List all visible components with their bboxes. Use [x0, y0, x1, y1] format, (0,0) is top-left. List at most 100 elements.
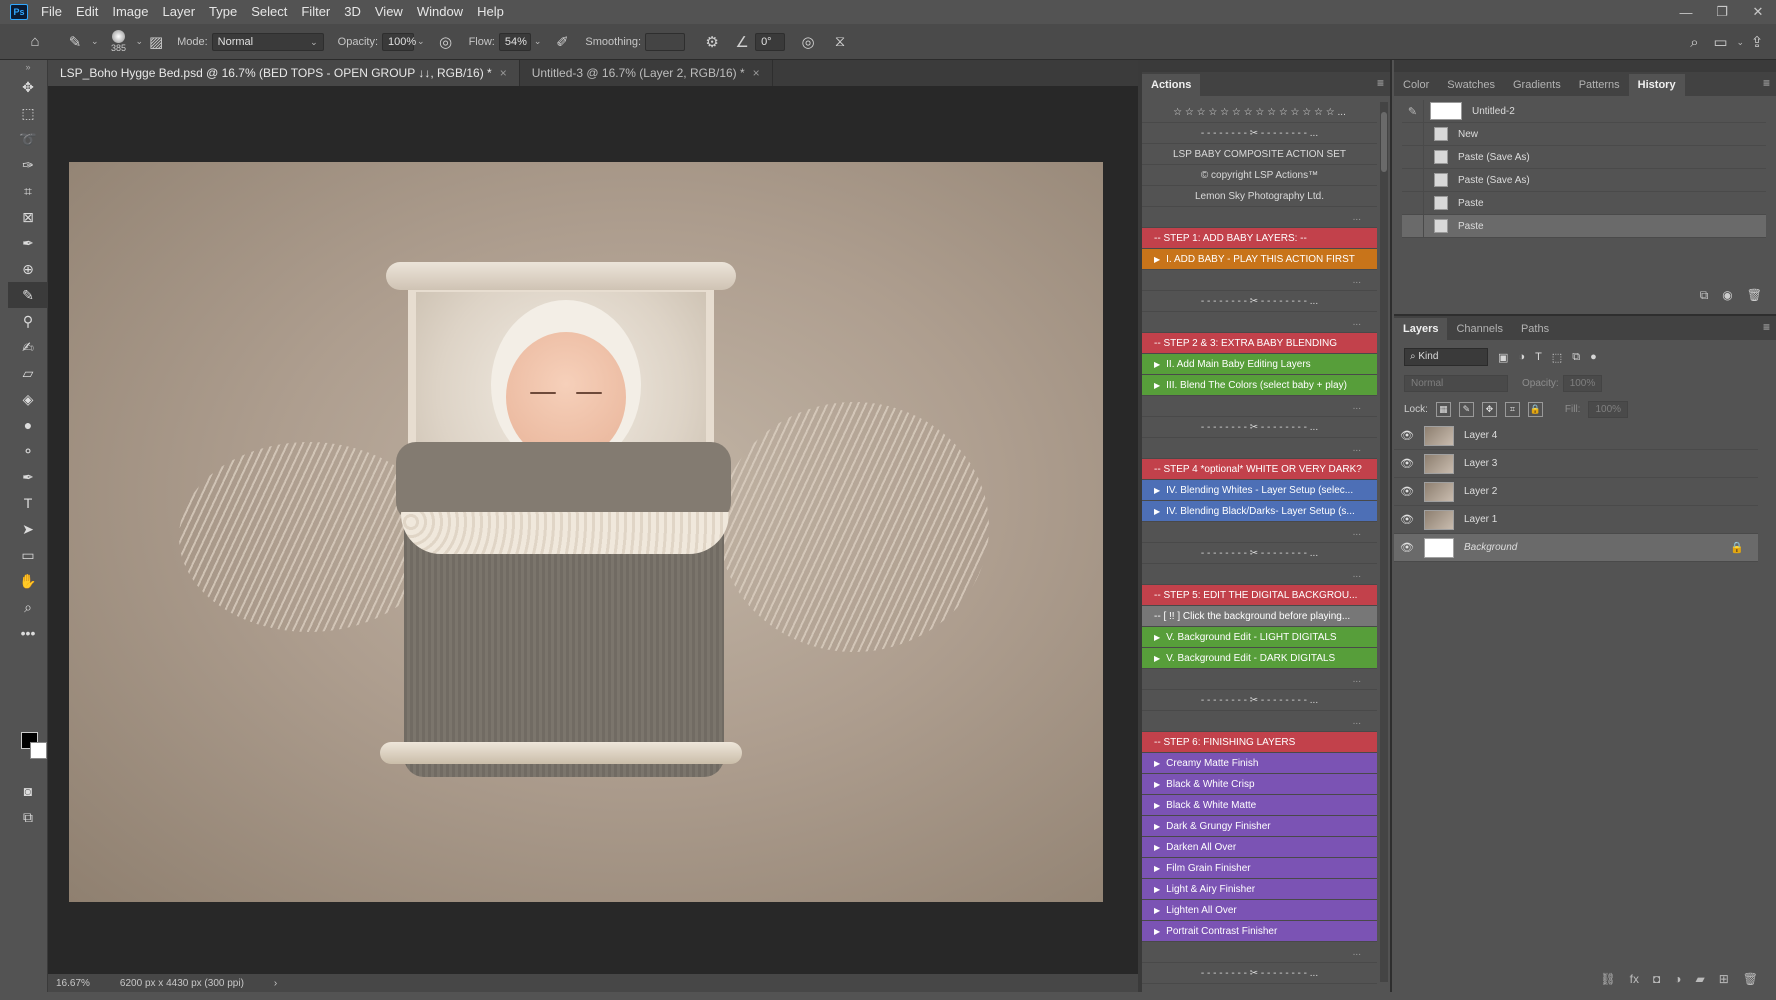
expand-triangle-icon[interactable]: ▶: [1154, 801, 1160, 810]
action-item[interactable]: -- [ !! ] Click the background before pl…: [1142, 606, 1377, 627]
layer-row[interactable]: 👁 Background 🔒: [1394, 534, 1758, 562]
action-item[interactable]: ▶ Dark & Grungy Finisher: [1142, 816, 1377, 837]
brush-settings-icon[interactable]: ▨: [143, 29, 169, 55]
action-item[interactable]: ▶ Creamy Matte Finish: [1142, 753, 1377, 774]
layer-thumbnail[interactable]: [1424, 453, 1454, 474]
search-icon[interactable]: ⌕: [1681, 29, 1707, 55]
frame-tool-icon[interactable]: ⊠: [8, 204, 48, 230]
expand-triangle-icon[interactable]: ▶: [1154, 654, 1160, 663]
flow-input[interactable]: 54%: [498, 32, 531, 51]
filter-adjustment-icon[interactable]: ◑: [1518, 351, 1525, 363]
path-selection-tool-icon[interactable]: ➤: [8, 516, 48, 542]
move-tool-icon[interactable]: ✥: [8, 74, 48, 100]
expand-triangle-icon[interactable]: ▶: [1154, 906, 1160, 915]
close-icon[interactable]: ✕: [1740, 0, 1776, 24]
pressure-opacity-icon[interactable]: ◎: [433, 29, 459, 55]
workspace-caret-icon[interactable]: ⌄: [1736, 37, 1744, 48]
lasso-tool-icon[interactable]: ➰: [8, 126, 48, 152]
menu-filter[interactable]: Filter: [294, 0, 337, 24]
brush-preset-picker[interactable]: 385: [105, 27, 133, 57]
history-brush-source-slot[interactable]: [1402, 192, 1424, 214]
menu-layer[interactable]: Layer: [156, 0, 203, 24]
tab-history[interactable]: History: [1628, 74, 1685, 96]
action-item[interactable]: -- STEP 5: EDIT THE DIGITAL BACKGROU...: [1142, 585, 1377, 606]
tab-document-1[interactable]: LSP_Boho Hygge Bed.psd @ 16.7% (BED TOPS…: [48, 60, 520, 86]
action-item[interactable]: ...: [1142, 669, 1377, 690]
paint-bucket-tool-icon[interactable]: ◈: [8, 386, 48, 412]
filter-type-icon[interactable]: T: [1535, 351, 1542, 363]
flow-caret-icon[interactable]: ⌄: [534, 36, 542, 47]
lock-image-pixels-icon[interactable]: ✎: [1458, 401, 1474, 417]
history-snapshot[interactable]: ✎ Untitled-2: [1402, 100, 1766, 123]
history-brush-source-icon[interactable]: ✎: [1402, 100, 1424, 122]
blend-mode-select[interactable]: Normal: [1404, 374, 1508, 392]
layer-name[interactable]: Background: [1464, 542, 1730, 553]
action-item[interactable]: - - - - - - - - ✂ - - - - - - - - ...: [1142, 963, 1377, 984]
action-item[interactable]: -- STEP 1: ADD BABY LAYERS: --: [1142, 228, 1377, 249]
visibility-eye-icon[interactable]: 👁: [1394, 541, 1420, 554]
layer-thumbnail[interactable]: [1424, 481, 1454, 502]
tab-gradients[interactable]: Gradients: [1504, 74, 1570, 96]
panel-collapse-strip[interactable]: [1142, 60, 1390, 72]
tab-document-2[interactable]: Untitled-3 @ 16.7% (Layer 2, RGB/16) * ×: [520, 60, 773, 86]
layer-name[interactable]: Layer 2: [1464, 486, 1758, 497]
expand-triangle-icon[interactable]: ▶: [1154, 927, 1160, 936]
action-item[interactable]: ...: [1142, 270, 1377, 291]
close-tab-icon[interactable]: ×: [753, 66, 760, 80]
filter-shape-icon[interactable]: ⬚: [1552, 351, 1562, 364]
share-icon[interactable]: ⇪: [1744, 29, 1770, 55]
action-item[interactable]: ...: [1142, 438, 1377, 459]
filter-toggle-icon[interactable]: ●: [1590, 351, 1597, 363]
action-item[interactable]: -- STEP 4 *optional* WHITE OR VERY DARK?: [1142, 459, 1377, 480]
history-state[interactable]: Paste (Save As): [1402, 169, 1766, 192]
hand-tool-icon[interactable]: ✋: [8, 568, 48, 594]
action-item[interactable]: -- STEP 2 & 3: EXTRA BABY BLENDING: [1142, 333, 1377, 354]
action-item[interactable]: ▶ Black & White Matte: [1142, 795, 1377, 816]
layer-opacity-input[interactable]: 100%: [1562, 374, 1603, 392]
layer-row[interactable]: 👁 Layer 1: [1394, 506, 1758, 534]
new-group-icon[interactable]: ▰: [1695, 972, 1704, 986]
action-item[interactable]: ...: [1142, 711, 1377, 732]
action-item[interactable]: ▶ Light & Airy Finisher: [1142, 879, 1377, 900]
layer-name[interactable]: Layer 1: [1464, 514, 1758, 525]
airbrush-icon[interactable]: ✐: [549, 29, 575, 55]
action-item[interactable]: - - - - - - - - ✂ - - - - - - - - ...: [1142, 543, 1377, 564]
action-item[interactable]: ▶ Film Grain Finisher: [1142, 858, 1377, 879]
screen-mode-icon[interactable]: ⧉: [8, 804, 48, 830]
pressure-size-icon[interactable]: ◎: [795, 29, 821, 55]
expand-triangle-icon[interactable]: ▶: [1154, 822, 1160, 831]
layer-row[interactable]: 👁 Layer 2: [1394, 478, 1758, 506]
new-document-from-state-icon[interactable]: ⧉: [1700, 288, 1709, 303]
history-brush-source-slot[interactable]: [1402, 123, 1424, 145]
expand-triangle-icon[interactable]: ▶: [1154, 360, 1160, 369]
clone-stamp-tool-icon[interactable]: ⚲: [8, 308, 48, 334]
document-canvas[interactable]: [48, 86, 1138, 974]
more-tools-icon[interactable]: •••: [8, 620, 48, 646]
action-item[interactable]: ☆ ☆ ☆ ☆ ☆ ☆ ☆ ☆ ☆ ☆ ☆ ☆ ☆ ☆ ...: [1142, 102, 1377, 123]
history-state[interactable]: Paste: [1402, 192, 1766, 215]
rectangle-tool-icon[interactable]: ▭: [8, 542, 48, 568]
expand-triangle-icon[interactable]: ▶: [1154, 486, 1160, 495]
eyedropper-tool-icon[interactable]: ✒: [8, 230, 48, 256]
layer-thumbnail[interactable]: [1424, 425, 1454, 446]
visibility-eye-icon[interactable]: 👁: [1394, 457, 1420, 470]
tab-channels[interactable]: Channels: [1447, 318, 1511, 340]
newborn-photo[interactable]: [69, 162, 1103, 902]
menu-type[interactable]: Type: [202, 0, 244, 24]
brush-tool-icon[interactable]: ✎: [8, 282, 48, 308]
home-icon[interactable]: ⌂: [22, 29, 48, 55]
smoothing-input[interactable]: [645, 32, 686, 51]
tool-preset-caret-icon[interactable]: ⌄: [91, 36, 99, 47]
visibility-eye-icon[interactable]: 👁: [1394, 513, 1420, 526]
trash-icon[interactable]: 🗑: [1747, 288, 1762, 303]
menu-image[interactable]: Image: [105, 0, 155, 24]
panel-menu-icon[interactable]: ≡: [1763, 320, 1770, 334]
tab-layers[interactable]: Layers: [1394, 318, 1448, 340]
lock-artboard-icon[interactable]: ⌗: [1504, 401, 1520, 417]
brush-tool-icon[interactable]: ✎: [62, 29, 88, 55]
filter-pixel-icon[interactable]: ▣: [1498, 351, 1508, 364]
tab-patterns[interactable]: Patterns: [1570, 74, 1629, 96]
action-item[interactable]: ...: [1142, 522, 1377, 543]
lock-transparent-pixels-icon[interactable]: ▦: [1435, 401, 1451, 417]
action-item[interactable]: - - - - - - - - ✂ - - - - - - - - ...: [1142, 417, 1377, 438]
